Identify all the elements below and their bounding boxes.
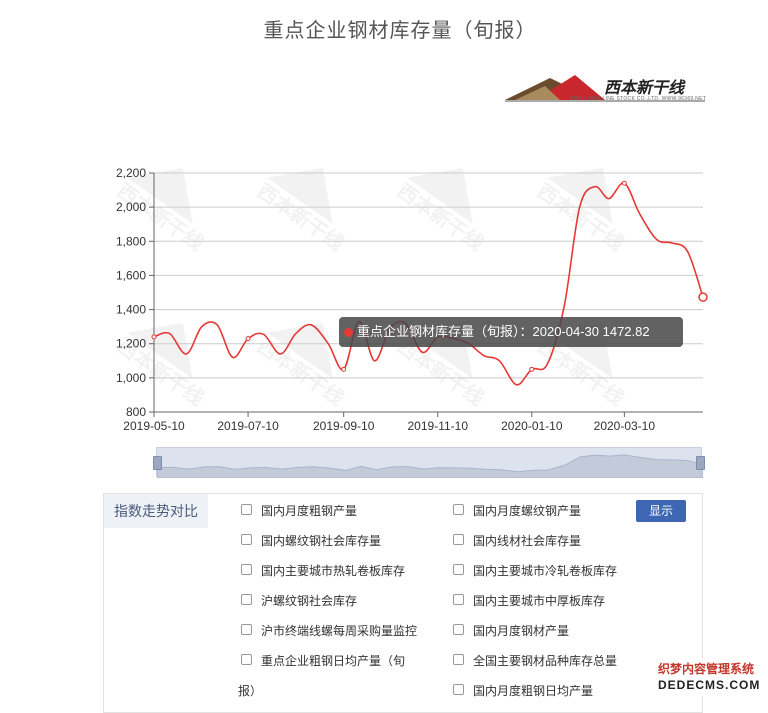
footer-line2: DEDECMS.COM	[658, 678, 761, 692]
y-tick-label: 1,400	[116, 303, 146, 317]
y-tick-label: 1,800	[116, 234, 146, 248]
y-tick-label: 800	[126, 405, 146, 419]
checkbox[interactable]	[241, 504, 252, 515]
x-tick-label: 2019-05-10	[123, 419, 185, 433]
data-point-highlight	[698, 292, 708, 302]
data-point	[529, 366, 535, 372]
chart-watermarks: 西本新干线 西本新干线 西本新干线 西本新干线西本新干线 西本新干线 西本新干线 西本新干线	[113, 167, 628, 411]
index-compare-panel: 指数走势对比	[103, 493, 703, 713]
tooltip-color-dot	[344, 328, 353, 337]
checkbox[interactable]	[453, 624, 464, 635]
data-point	[621, 180, 627, 186]
data-point	[151, 334, 157, 340]
logo-subtext: XIBEN NEW LINE STOCK CO.,LTD. WWW.96369.…	[570, 96, 707, 102]
checkbox[interactable]	[453, 594, 464, 605]
x-tick-label: 2019-09-10	[313, 419, 375, 433]
footer-line1: 织梦内容管理系统	[658, 662, 755, 676]
line-chart: 西本新干线 西本新干线 西本新干线 西本新干线西本新干线 西本新干线 西本新干线 西本新干线…	[113, 166, 708, 433]
zoom-handle-left[interactable]	[153, 456, 162, 470]
zoom-preview-area	[157, 454, 703, 478]
watermark-logo: 西本新干线	[253, 167, 348, 256]
checkbox[interactable]	[241, 594, 252, 605]
checkbox[interactable]	[453, 654, 464, 665]
checkbox[interactable]	[241, 624, 252, 635]
watermark-logo: 西本新干线	[393, 167, 488, 256]
checkbox[interactable]	[241, 534, 252, 545]
tooltip-text: 重点企业钢材库存量（旬报）：2020-04-30 1472.82	[357, 324, 650, 339]
checkbox[interactable]	[241, 564, 252, 575]
watermark-logo: 西本新干线	[113, 322, 208, 411]
logo-text: 西本新干线	[604, 80, 685, 97]
x-tick-label: 2020-01-10	[501, 419, 563, 433]
y-tick-label: 1,000	[116, 371, 146, 385]
checkbox[interactable]	[453, 504, 464, 515]
x-axis-ticks: 2019-05-10 2019-07-10 2019-09-10 2019-11-10…	[123, 412, 655, 433]
checkbox[interactable]	[241, 654, 252, 665]
footer-badge: 织梦内容管理系统 DEDECMS.COM	[656, 658, 768, 696]
x-tick-label: 2020-03-10	[594, 419, 656, 433]
checkbox[interactable]	[453, 534, 464, 545]
chart-tooltip: 重点企业钢材库存量（旬报）：2020-04-30 1472.82	[339, 317, 683, 347]
zoom-handle-right[interactable]	[696, 456, 705, 470]
zoom-preview	[157, 454, 703, 478]
y-tick-label: 1,200	[116, 337, 146, 351]
y-tick-label: 2,200	[116, 166, 146, 180]
data-point	[245, 336, 251, 342]
checkbox[interactable]	[453, 684, 464, 695]
y-tick-label: 1,600	[116, 268, 146, 282]
data-zoom-slider[interactable]	[153, 447, 705, 478]
x-tick-label: 2019-11-10	[408, 419, 469, 433]
show-button[interactable]: 显示	[636, 500, 686, 522]
y-tick-label: 2,000	[116, 200, 146, 214]
data-point	[341, 366, 347, 372]
panel-label: 指数走势对比	[104, 494, 208, 528]
chart-title: 重点企业钢材库存量（旬报）	[263, 20, 537, 42]
checkbox[interactable]	[453, 564, 464, 575]
x-tick-label: 2019-07-10	[217, 419, 279, 433]
